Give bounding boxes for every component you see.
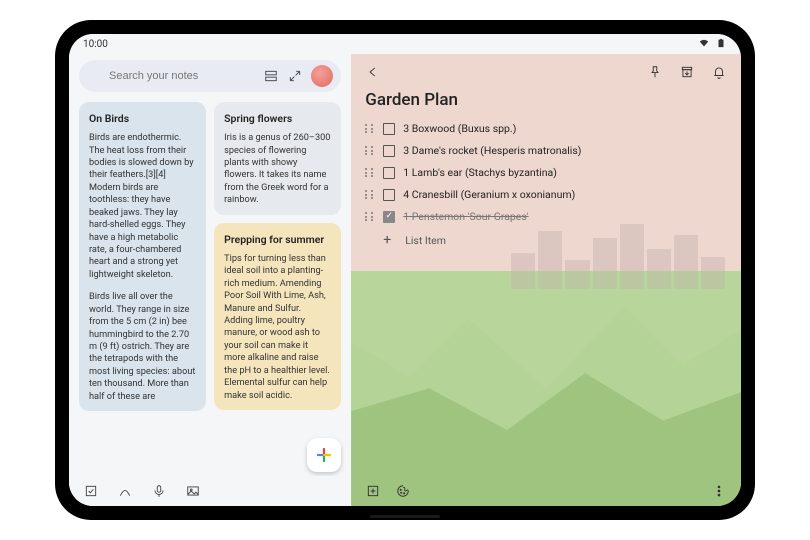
draw-icon[interactable]	[117, 483, 133, 499]
plus-icon	[315, 446, 333, 464]
note-card-spring-flowers[interactable]: Spring flowers Iris is a genus of 260–30…	[214, 102, 341, 215]
check-label: 3 Dame's rocket (Hesperis matronalis)	[403, 144, 581, 157]
check-label: 1 Penstemon 'Sour Grapes'	[403, 210, 528, 223]
bottom-toolbar	[69, 476, 351, 506]
check-label: 4 Cranesbill (Geranium x oxonianum)	[403, 188, 575, 201]
search-input[interactable]	[109, 70, 255, 82]
detail-top-bar	[365, 64, 727, 80]
more-icon[interactable]	[711, 483, 727, 499]
checkbox[interactable]	[383, 167, 395, 179]
note-body: Tips for turning less than ideal soil in…	[224, 253, 331, 402]
note-card-prepping-summer[interactable]: Prepping for summer Tips for turning les…	[214, 223, 341, 410]
checkbox[interactable]	[383, 189, 395, 201]
back-icon[interactable]	[365, 64, 381, 80]
plus-icon: +	[383, 232, 391, 248]
checkbox[interactable]	[383, 211, 395, 223]
note-body: Birds are endothermic. The heat loss fro…	[89, 132, 196, 403]
check-label: 1 Lamb's ear (Stachys byzantina)	[403, 166, 557, 179]
note-title: On Birds	[89, 112, 196, 126]
notes-list-pane: On Birds Birds are endothermic. The heat…	[69, 54, 351, 506]
drag-handle-icon[interactable]	[365, 168, 375, 177]
note-title: Spring flowers	[224, 112, 331, 126]
screen: 10:00	[69, 34, 741, 506]
checkbox[interactable]	[383, 123, 395, 135]
status-icons	[695, 38, 727, 51]
checkbox-note-icon[interactable]	[83, 483, 99, 499]
menu-icon[interactable]	[87, 68, 101, 84]
note-detail-pane: Garden Plan 3 Boxwood (Buxus spp.) 3 Dam…	[351, 54, 741, 506]
note-body: Iris is a genus of 260–300 species of fl…	[224, 132, 331, 207]
view-toggle-icon[interactable]	[263, 68, 279, 84]
note-title: Prepping for summer	[224, 233, 331, 247]
drag-handle-icon[interactable]	[365, 212, 375, 221]
tablet-frame: 10:00	[55, 20, 755, 520]
expand-icon[interactable]	[287, 68, 303, 84]
check-item[interactable]: 4 Cranesbill (Geranium x oxonianum)	[365, 188, 727, 201]
split-panes: On Birds Birds are endothermic. The heat…	[69, 54, 741, 506]
drag-handle-icon[interactable]	[365, 124, 375, 133]
check-item[interactable]: 1 Lamb's ear (Stachys byzantina)	[365, 166, 727, 179]
drag-handle-icon[interactable]	[365, 146, 375, 155]
clock: 10:00	[83, 39, 108, 50]
reminder-icon[interactable]	[711, 64, 727, 80]
detail-bottom-bar	[351, 476, 741, 506]
avatar[interactable]	[311, 65, 333, 87]
checkbox[interactable]	[383, 145, 395, 157]
add-list-item[interactable]: + List Item	[365, 232, 727, 248]
check-item[interactable]: 3 Dame's rocket (Hesperis matronalis)	[365, 144, 727, 157]
search-bar[interactable]	[79, 60, 341, 92]
status-bar: 10:00	[69, 34, 741, 54]
archive-icon[interactable]	[679, 64, 695, 80]
check-item[interactable]: 1 Penstemon 'Sour Grapes'	[365, 210, 727, 223]
palette-icon[interactable]	[395, 483, 411, 499]
add-box-icon[interactable]	[365, 483, 381, 499]
pin-icon[interactable]	[647, 64, 663, 80]
image-icon[interactable]	[185, 483, 201, 499]
add-item-label: List Item	[405, 234, 446, 247]
note-card-on-birds[interactable]: On Birds Birds are endothermic. The heat…	[79, 102, 206, 411]
checklist: 3 Boxwood (Buxus spp.) 3 Dame's rocket (…	[365, 122, 727, 248]
mic-icon[interactable]	[151, 483, 167, 499]
battery-icon	[715, 38, 727, 48]
check-item[interactable]: 3 Boxwood (Buxus spp.)	[365, 122, 727, 135]
check-label: 3 Boxwood (Buxus spp.)	[403, 122, 516, 135]
note-title[interactable]: Garden Plan	[365, 90, 727, 110]
new-note-fab[interactable]	[307, 438, 341, 472]
drag-handle-icon[interactable]	[365, 190, 375, 199]
wifi-icon	[698, 38, 710, 48]
